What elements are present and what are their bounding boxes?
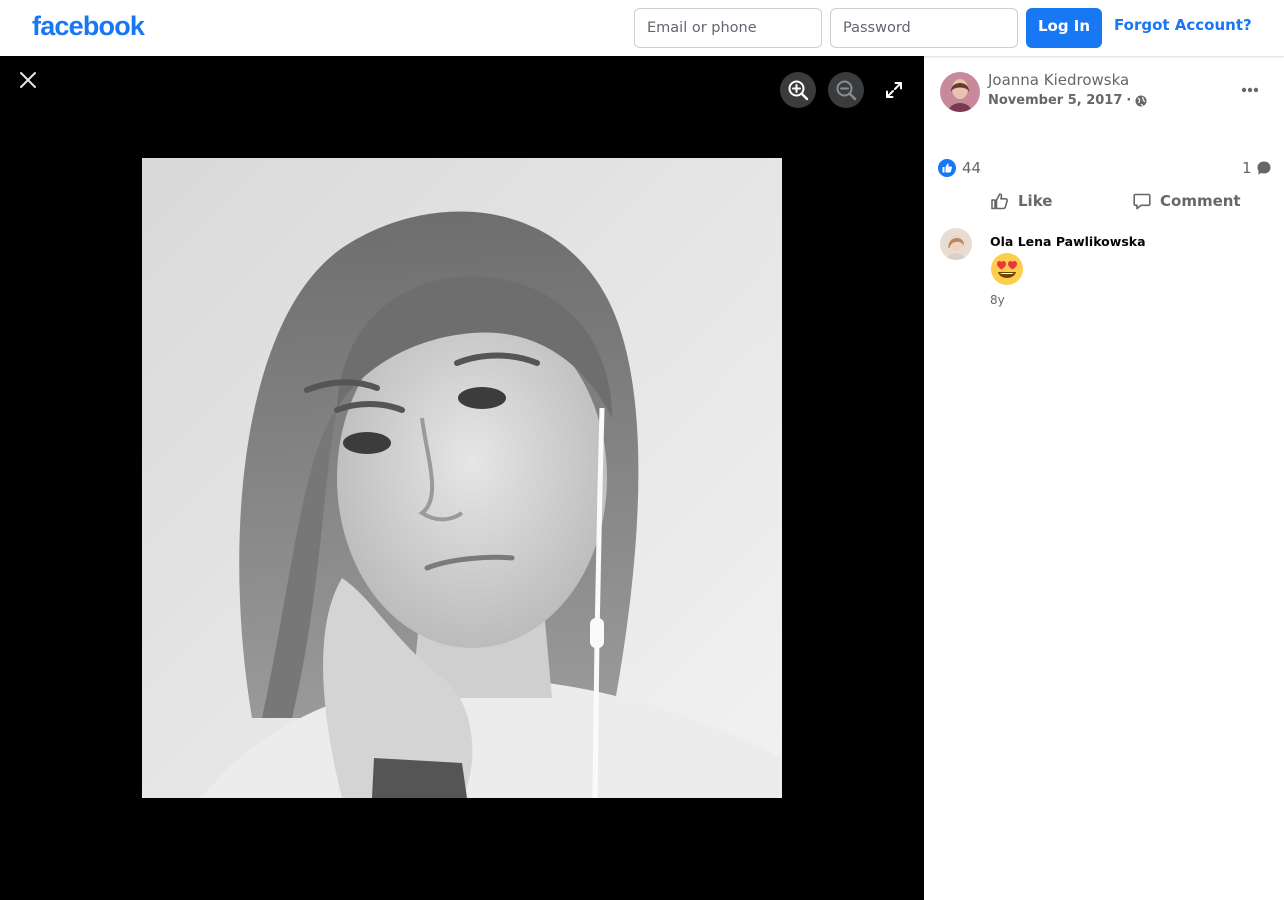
password-field[interactable] bbox=[830, 8, 1018, 48]
globe-icon bbox=[1135, 95, 1147, 106]
comment-timestamp[interactable]: 8y bbox=[990, 293, 1005, 307]
comment-button[interactable]: Comment bbox=[1132, 191, 1241, 211]
post-details-panel: Joanna Kiedrowska November 5, 2017 · 44 … bbox=[924, 56, 1284, 900]
login-button[interactable]: Log In bbox=[1026, 8, 1102, 48]
facebook-logo[interactable]: facebook bbox=[32, 11, 145, 42]
more-options-button[interactable] bbox=[1236, 78, 1264, 102]
commenter-name[interactable]: Ola Lena Pawlikowska bbox=[990, 234, 1146, 249]
reactions-summary[interactable]: 44 bbox=[938, 159, 981, 177]
close-icon bbox=[20, 72, 36, 88]
top-navigation-bar: facebook Log In Forgot Account? bbox=[0, 0, 1284, 56]
author-name[interactable]: Joanna Kiedrowska bbox=[988, 71, 1129, 89]
post-date: November 5, 2017 · bbox=[988, 93, 1147, 108]
comments-count[interactable]: 1 bbox=[1242, 159, 1272, 177]
zoom-in-button[interactable] bbox=[780, 72, 816, 108]
forgot-account-link[interactable]: Forgot Account? bbox=[1114, 16, 1252, 34]
comment-bubble-icon bbox=[1257, 161, 1271, 175]
more-horizontal-icon bbox=[1241, 87, 1259, 93]
comment-icon bbox=[1133, 193, 1151, 210]
post-date-text[interactable]: November 5, 2017 bbox=[988, 93, 1122, 108]
date-separator: · bbox=[1126, 93, 1132, 108]
heart-eyes-emoji bbox=[990, 252, 1024, 290]
like-label: Like bbox=[1018, 192, 1053, 210]
like-reaction-icon bbox=[938, 159, 956, 177]
zoom-in-icon bbox=[788, 80, 809, 101]
commenter-avatar[interactable] bbox=[940, 228, 972, 260]
expand-icon bbox=[886, 82, 902, 98]
email-field[interactable] bbox=[634, 8, 822, 48]
author-avatar[interactable] bbox=[940, 72, 980, 112]
zoom-out-button[interactable] bbox=[828, 72, 864, 108]
fullscreen-button[interactable] bbox=[876, 72, 912, 108]
photo-viewer bbox=[0, 56, 924, 900]
post-photo bbox=[142, 158, 782, 798]
like-button[interactable]: Like bbox=[990, 191, 1052, 211]
comment-label: Comment bbox=[1160, 192, 1241, 210]
comment-count-text: 1 bbox=[1242, 159, 1252, 177]
zoom-out-icon bbox=[836, 80, 857, 101]
reaction-count: 44 bbox=[962, 159, 982, 177]
close-button[interactable] bbox=[12, 64, 44, 96]
thumbs-up-icon bbox=[991, 193, 1009, 210]
